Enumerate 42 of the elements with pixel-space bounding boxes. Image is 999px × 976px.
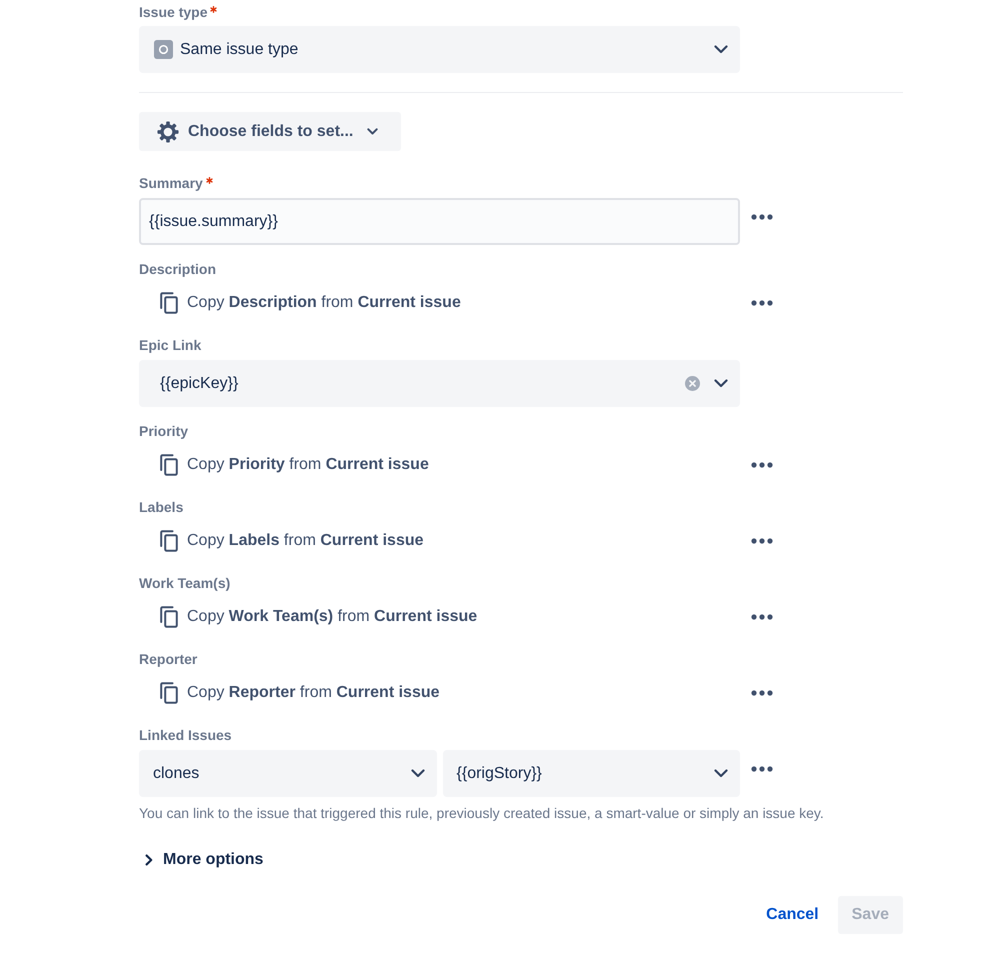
choose-fields-button[interactable]: Choose fields to set... — [139, 112, 402, 151]
field-label: Priority — [139, 422, 188, 441]
field-label: Issue type — [139, 3, 208, 22]
summary-input[interactable]: {{issue.summary}} — [139, 198, 740, 245]
cancel-button[interactable]: Cancel — [756, 896, 829, 934]
more-icon[interactable] — [751, 766, 773, 772]
copy-value-text[interactable]: Copy Work Team(s) from Current issue — [187, 608, 478, 626]
linked-issue-select[interactable]: {{origStory}} — [442, 750, 740, 797]
field-label: Linked Issues — [139, 726, 232, 745]
copy-icon — [160, 606, 178, 628]
copy-value-text[interactable]: Copy Description from Current issue — [187, 294, 461, 312]
link-type-select[interactable]: clones — [139, 750, 436, 797]
epic-link-select[interactable]: {{epicKey}} — [139, 360, 740, 407]
copy-icon — [160, 530, 178, 552]
field-label: Description — [139, 260, 216, 279]
copy-icon — [160, 292, 178, 314]
copy-icon — [160, 454, 178, 476]
more-icon[interactable] — [751, 462, 773, 468]
field-label: Work Team(s) — [139, 574, 230, 593]
help-text: You can link to the issue that triggered this rule, previously created issue, a smart-value or simply an issue key. — [139, 804, 825, 823]
more-icon[interactable] — [751, 538, 773, 544]
settings-icon — [157, 120, 179, 142]
field-label: Epic Link — [139, 336, 202, 355]
field-label: Summary — [139, 174, 203, 193]
issue-type-select[interactable]: Same issue type — [139, 26, 740, 73]
chevron-down-icon — [714, 45, 728, 54]
chevron-down-icon — [410, 769, 424, 778]
chevron-down-icon — [714, 379, 728, 388]
chevron-down-icon — [367, 128, 378, 135]
chevron-down-icon — [714, 769, 728, 778]
field-label: Reporter — [139, 650, 198, 669]
copy-value-text[interactable]: Copy Reporter from Current issue — [187, 684, 440, 702]
issue-type-icon — [154, 40, 173, 59]
copy-value-text[interactable]: Copy Labels from Current issue — [187, 532, 424, 550]
copy-value-text[interactable]: Copy Priority from Current issue — [187, 456, 429, 474]
more-options-toggle[interactable]: More options — [139, 848, 264, 872]
field-label: Labels — [139, 498, 184, 517]
more-icon[interactable] — [751, 300, 773, 306]
more-icon[interactable] — [751, 214, 773, 220]
more-icon[interactable] — [751, 614, 773, 620]
more-icon[interactable] — [751, 690, 773, 696]
copy-icon — [160, 682, 178, 704]
